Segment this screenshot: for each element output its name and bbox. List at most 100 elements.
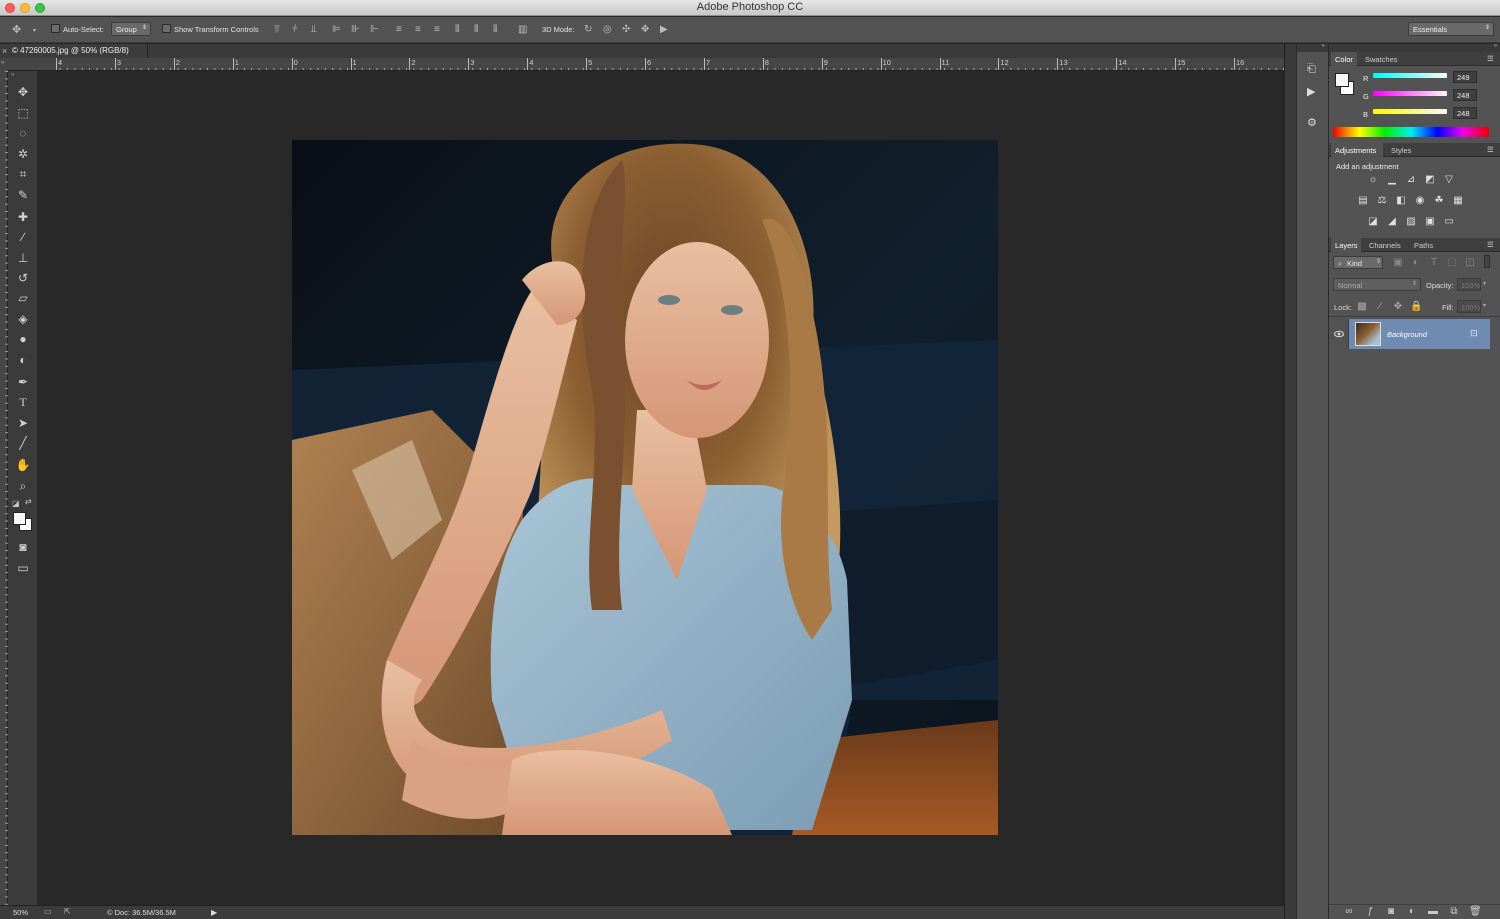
tab-color[interactable]: Color	[1331, 52, 1357, 66]
filter-pixel-icon[interactable]: ▣	[1392, 258, 1404, 268]
new-group-icon[interactable]: ▬	[1427, 907, 1439, 917]
layer-lock-icon[interactable]: ⊡	[1470, 328, 1478, 339]
history-panel-icon[interactable]: ⎗	[1307, 64, 1316, 75]
hand-tool-icon[interactable]: ✋	[13, 456, 33, 474]
quick-mask-icon[interactable]: ◙	[13, 538, 33, 556]
align-left-icon[interactable]: ⊫	[332, 25, 341, 35]
lock-all-icon[interactable]: 🔒	[1410, 302, 1422, 312]
add-mask-icon[interactable]: ◙	[1385, 907, 1397, 917]
color-spectrum-bar[interactable]	[1333, 127, 1489, 137]
properties-panel-icon[interactable]: ⚙	[1307, 118, 1317, 129]
clone-stamp-tool-icon[interactable]: ⊥	[13, 249, 33, 267]
dock-header-right[interactable]: »	[1329, 43, 1500, 52]
blur-tool-icon[interactable]: ●	[13, 330, 33, 348]
vibrance-icon[interactable]: ▽	[1443, 175, 1455, 185]
default-colors-icon[interactable]: ◪	[12, 499, 20, 508]
filter-shape-icon[interactable]: ⬚	[1446, 258, 1458, 268]
zoom-level[interactable]: 50%	[13, 908, 28, 917]
adjustments-menu-icon[interactable]: ☰	[1487, 145, 1494, 154]
distribute-top-icon[interactable]: ≡	[396, 25, 402, 35]
brightness-contrast-icon[interactable]: ☼	[1367, 175, 1379, 185]
gradient-map-icon[interactable]: ▭	[1443, 217, 1455, 227]
vertical-ruler[interactable]	[0, 71, 8, 905]
align-vcenter-icon[interactable]: ⫩	[292, 25, 298, 35]
levels-icon[interactable]: ▁	[1386, 175, 1398, 185]
align-top-icon[interactable]: ⫪	[274, 25, 280, 35]
filter-type-icon[interactable]: T	[1428, 258, 1440, 268]
3d-rotate-icon[interactable]: ↻	[584, 25, 592, 35]
filter-smart-object-icon[interactable]: ◫	[1464, 258, 1476, 268]
opacity-field[interactable]: 100%	[1457, 278, 1481, 291]
distribute-left-icon[interactable]: ⦀	[455, 25, 459, 35]
blue-value[interactable]: 248	[1453, 107, 1477, 119]
tab-channels[interactable]: Channels	[1369, 241, 1401, 250]
horizontal-ruler[interactable]: 4 3 2 1 0 1 2 3 4 5 6 7 8 9 10 11 12 13 14 15 16	[8, 58, 1284, 71]
new-layer-icon[interactable]: ⧉	[1448, 907, 1460, 917]
threshold-icon[interactable]: ▨	[1405, 217, 1417, 227]
selective-color-icon[interactable]: ▣	[1424, 217, 1436, 227]
tab-paths[interactable]: Paths	[1414, 241, 1433, 250]
auto-select-checkbox[interactable]	[51, 24, 60, 33]
green-value[interactable]: 248	[1453, 89, 1477, 101]
3d-pan-icon[interactable]: ✣	[622, 25, 630, 35]
history-brush-tool-icon[interactable]: ↺	[13, 269, 33, 287]
red-slider[interactable]	[1373, 73, 1447, 78]
magic-wand-tool-icon[interactable]: ✲	[13, 145, 33, 163]
auto-align-icon[interactable]: ▥	[518, 25, 527, 35]
layers-menu-icon[interactable]: ☰	[1487, 240, 1494, 249]
layer-style-fx-icon[interactable]: ƒ	[1364, 907, 1376, 917]
move-tool-preset-icon[interactable]: ✥	[12, 25, 21, 36]
channel-mixer-icon[interactable]: ☘	[1433, 196, 1445, 206]
foreground-color-swatch[interactable]	[13, 512, 26, 525]
photo-filter-icon[interactable]: ◉	[1414, 196, 1426, 206]
exposure-icon[interactable]: ◩	[1424, 175, 1436, 185]
distribute-bottom-icon[interactable]: ≡	[434, 25, 440, 35]
chevron-down-icon[interactable]: ▾	[33, 26, 36, 36]
panel-menu-icon[interactable]: ☰	[1487, 54, 1494, 63]
document-image[interactable]	[292, 140, 998, 835]
lock-image-icon[interactable]: ∕	[1374, 302, 1386, 312]
lock-transparent-icon[interactable]: ▩	[1356, 302, 1368, 312]
3d-roll-icon[interactable]: ◎	[603, 25, 612, 35]
type-tool-icon[interactable]: T	[13, 393, 33, 411]
tab-styles[interactable]: Styles	[1391, 146, 1411, 155]
line-tool-icon[interactable]: ╱	[13, 434, 33, 452]
red-value[interactable]: 249	[1453, 71, 1477, 83]
auto-select-dropdown[interactable]: Group ⇕	[111, 22, 151, 36]
new-adjustment-layer-icon[interactable]: ◐	[1406, 907, 1418, 917]
delete-layer-icon[interactable]: 🗑	[1469, 907, 1482, 917]
3d-scale-icon[interactable]: ▶	[660, 25, 668, 35]
curves-icon[interactable]: ⊿	[1405, 175, 1417, 185]
color-balance-icon[interactable]: ⚖	[1376, 196, 1388, 206]
3d-status-icon[interactable]: ▭	[44, 907, 52, 916]
screen-mode-icon[interactable]: ▭	[13, 559, 33, 577]
eyedropper-tool-icon[interactable]: ✎	[13, 186, 33, 204]
distribute-vcenter-icon[interactable]: ≡	[415, 25, 421, 35]
invert-icon[interactable]: ◪	[1367, 217, 1379, 227]
green-slider[interactable]	[1373, 91, 1447, 96]
blue-slider[interactable]	[1373, 109, 1447, 114]
paint-bucket-tool-icon[interactable]: ◈	[13, 310, 33, 328]
filter-toggle[interactable]	[1484, 255, 1490, 268]
3d-slide-icon[interactable]: ✥	[641, 25, 649, 35]
fill-stepper-icon[interactable]: ▾	[1483, 302, 1486, 309]
distribute-hcenter-icon[interactable]: ⦀	[474, 25, 478, 35]
posterize-icon[interactable]: ◢	[1386, 217, 1398, 227]
align-bottom-icon[interactable]: ⫫	[311, 25, 317, 35]
link-layers-icon[interactable]: ∞	[1343, 907, 1355, 917]
tab-swatches[interactable]: Swatches	[1365, 55, 1398, 64]
actions-panel-icon[interactable]: ▶	[1307, 87, 1315, 98]
brush-tool-icon[interactable]: ∕	[13, 228, 33, 246]
pen-tool-icon[interactable]: ✒	[13, 373, 33, 391]
blend-mode-dropdown[interactable]: Normal ⇕	[1333, 278, 1421, 291]
toolbar-grip[interactable]: »	[11, 72, 14, 78]
fill-field[interactable]: 100%	[1457, 300, 1481, 313]
status-menu-arrow-icon[interactable]: ▶	[211, 908, 217, 917]
tab-adjustments[interactable]: Adjustments	[1331, 143, 1383, 157]
lock-position-icon[interactable]: ✥	[1392, 302, 1404, 312]
dock-header[interactable]: «	[1297, 43, 1329, 52]
hue-saturation-icon[interactable]: ▤	[1357, 196, 1369, 206]
color-fg-swatch[interactable]	[1335, 73, 1349, 87]
swap-colors-icon[interactable]: ⇄	[25, 497, 32, 506]
layer-filter-dropdown[interactable]: ⌕ Kind ⇕	[1333, 256, 1383, 269]
